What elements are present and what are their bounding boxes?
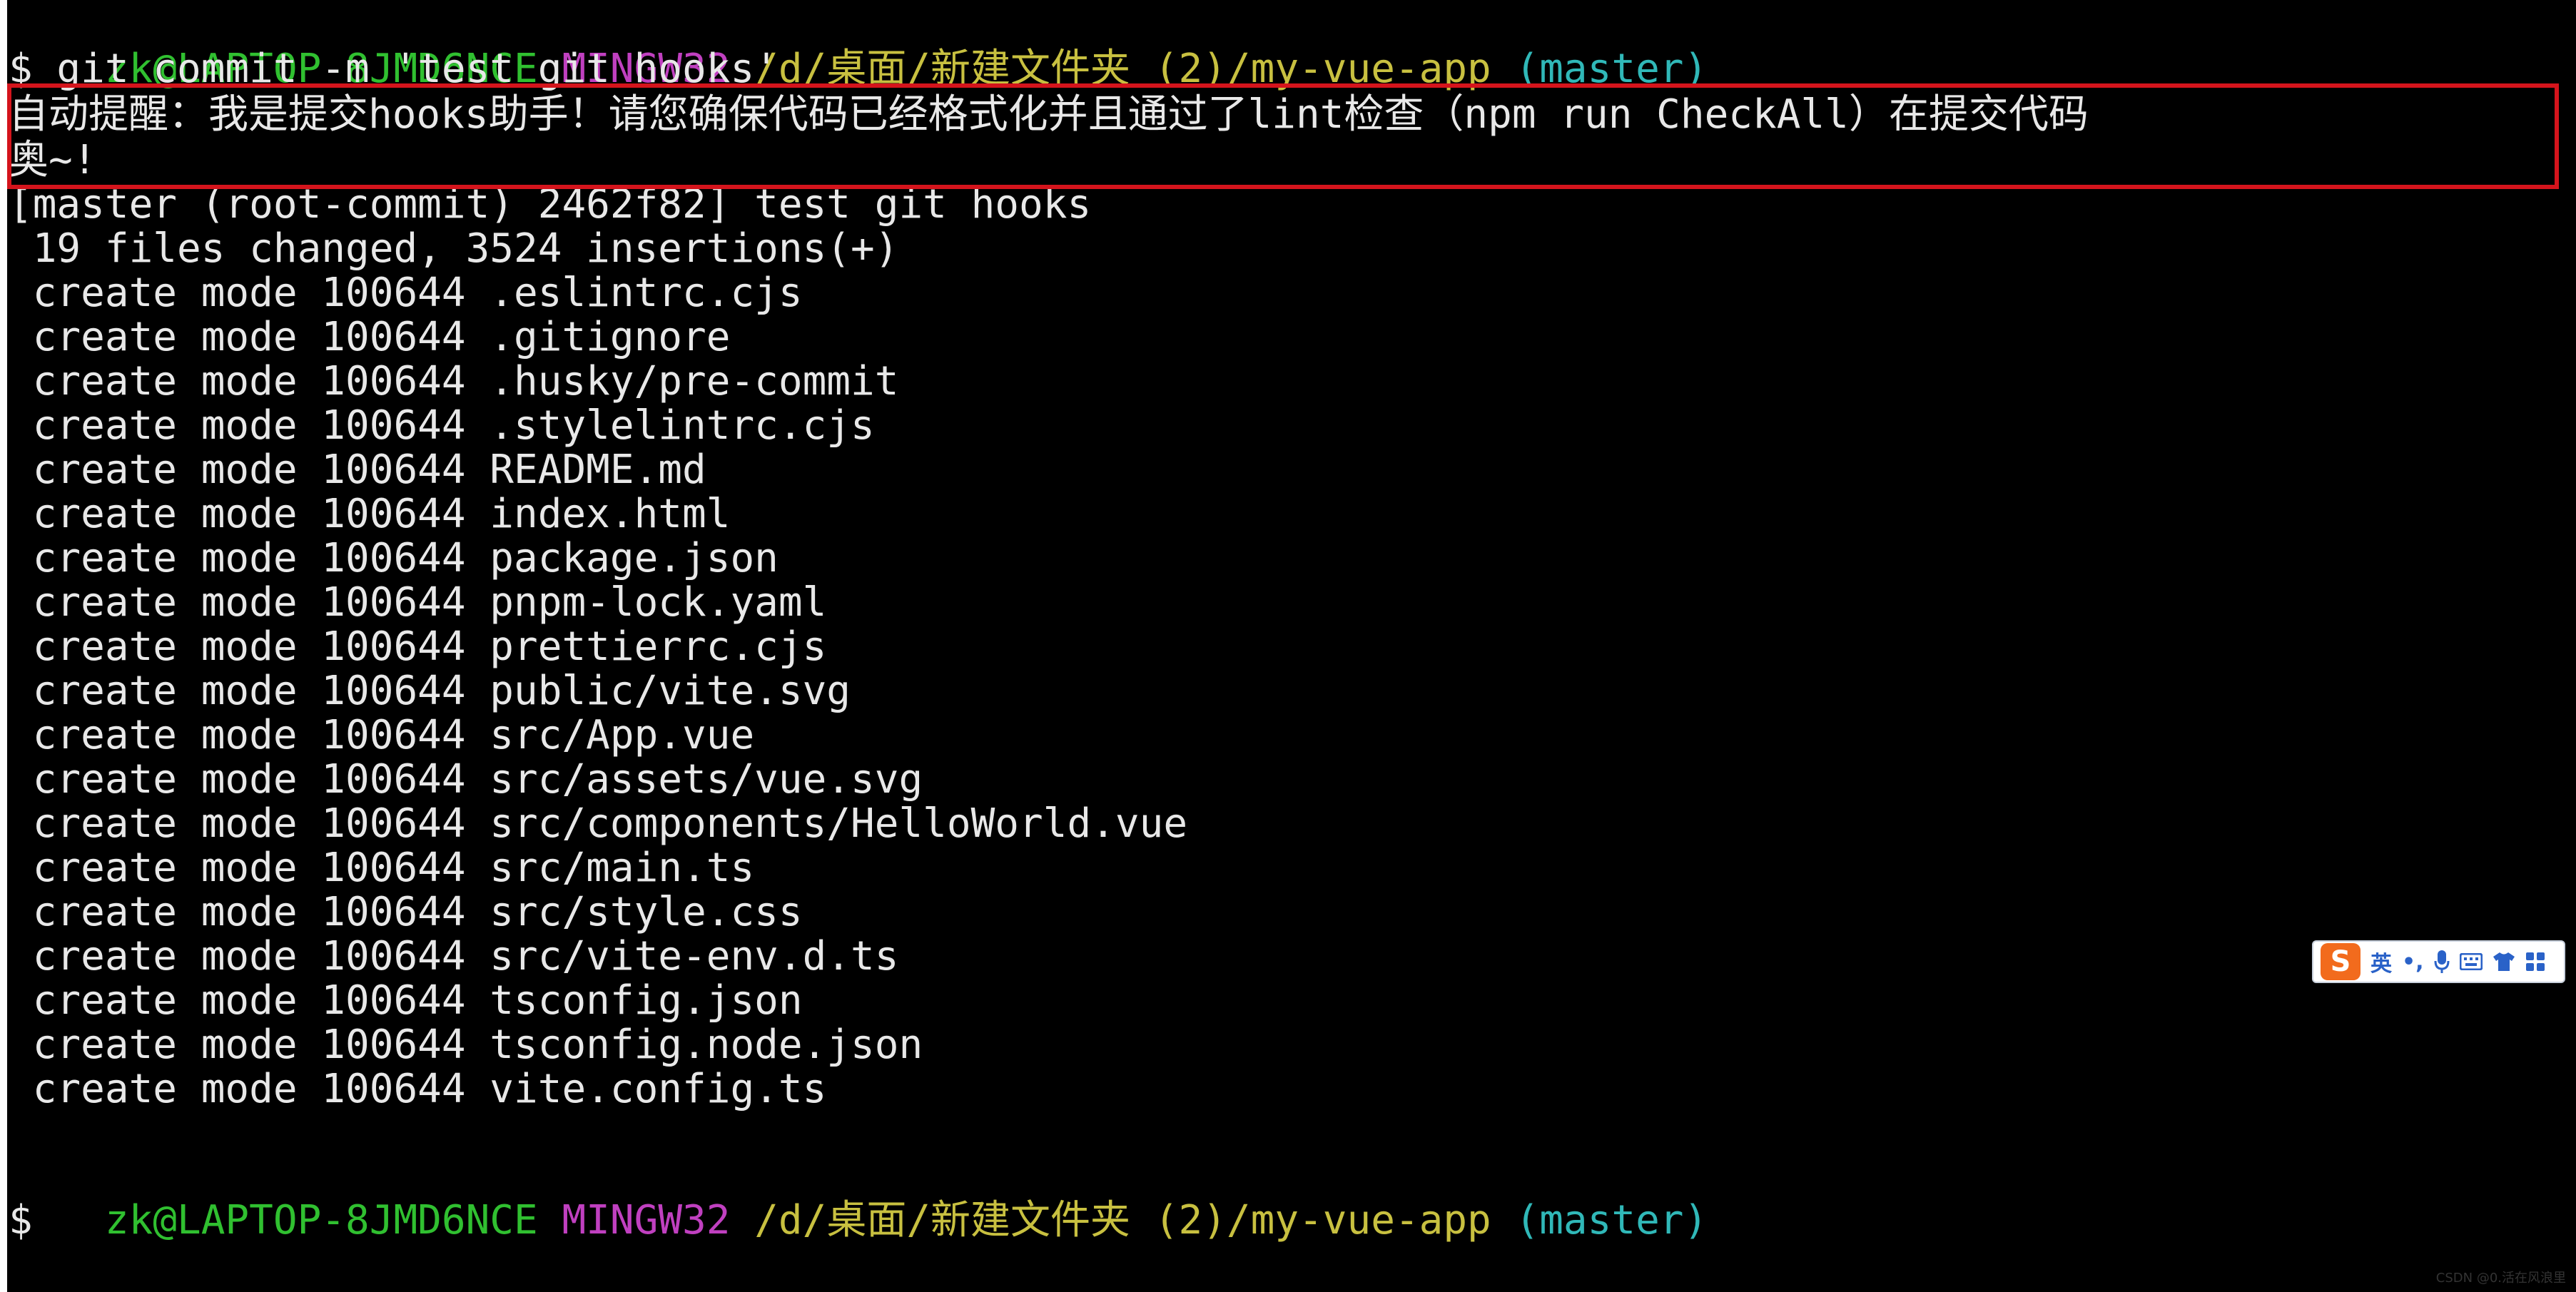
file-entry: create mode 100644 .gitignore — [9, 314, 731, 360]
file-entry: create mode 100644 src/components/HelloW… — [9, 802, 1187, 846]
file-entry: create mode 100644 index.html — [9, 491, 731, 537]
file-name: src/App.vue — [490, 712, 755, 758]
command-line: $ git commit -m 'test git hooks' — [9, 46, 779, 92]
file-name: pnpm-lock.yaml — [490, 579, 827, 626]
prompt-branch: (master) — [1515, 1197, 1708, 1243]
file-entry: create mode 100644 src/App.vue — [9, 713, 754, 758]
file-mode-prefix: create mode 100644 — [9, 579, 490, 626]
input-prompt[interactable]: $ — [9, 1199, 33, 1243]
file-entry: create mode 100644 .eslintrc.cjs — [9, 271, 803, 315]
prompt-line: zk@LAPTOP-8JMD6NCE MINGW32 /d/桌面/新建文件夹 (… — [9, 3, 1708, 91]
grid-icon[interactable] — [2525, 952, 2545, 972]
microphone-icon[interactable] — [2434, 950, 2450, 974]
file-name: src/assets/vue.svg — [490, 756, 923, 803]
keyboard-icon[interactable] — [2459, 953, 2483, 970]
file-entry: create mode 100644 vite.config.ts — [9, 1066, 827, 1112]
file-entry: create mode 100644 src/main.ts — [9, 846, 754, 890]
file-mode-prefix: create mode 100644 — [9, 756, 490, 803]
file-entry: create mode 100644 src/vite-env.d.ts — [9, 933, 899, 980]
file-name: vite.config.ts — [490, 1066, 827, 1112]
sogou-logo-icon[interactable]: S — [2321, 943, 2361, 980]
file-mode-prefix: create mode 100644 — [9, 1066, 490, 1112]
file-name: src/style.css — [490, 889, 803, 935]
file-name: prettierrc.cjs — [490, 624, 827, 670]
prompt-path: /d/桌面/新建文件夹 (2)/my-vue-app — [754, 1197, 1491, 1243]
file-entry: create mode 100644 pnpm-lock.yaml — [9, 579, 827, 626]
file-entry: create mode 100644 .stylelintrc.cjs — [9, 404, 875, 448]
file-mode-prefix: create mode 100644 — [9, 402, 490, 449]
file-mode-prefix: create mode 100644 — [9, 270, 490, 316]
file-mode-prefix: create mode 100644 — [9, 889, 490, 935]
file-entry: create mode 100644 tsconfig.node.json — [9, 1023, 923, 1067]
prompt-branch: (master) — [1515, 46, 1708, 92]
prompt-system: MINGW32 — [562, 1197, 731, 1243]
file-mode-prefix: create mode 100644 — [9, 1022, 490, 1068]
file-entry: create mode 100644 src/assets/vue.svg — [9, 758, 923, 802]
file-entry: create mode 100644 src/style.css — [9, 890, 803, 935]
file-mode-prefix: create mode 100644 — [9, 314, 490, 360]
file-mode-prefix: create mode 100644 — [9, 535, 490, 581]
ime-toolbar[interactable]: S 英 •, — [2312, 940, 2565, 983]
file-name: .eslintrc.cjs — [490, 270, 803, 316]
prompt-line-2: zk@LAPTOP-8JMD6NCE MINGW32 /d/桌面/新建文件夹 (… — [9, 1154, 1708, 1243]
file-mode-prefix: create mode 100644 — [9, 933, 490, 980]
file-mode-prefix: create mode 100644 — [9, 712, 490, 758]
file-name: index.html — [490, 491, 731, 537]
file-entry: create mode 100644 .husky/pre-commit — [9, 358, 899, 405]
file-entry: create mode 100644 package.json — [9, 536, 779, 581]
file-mode-prefix: create mode 100644 — [9, 491, 490, 537]
prompt-path: /d/桌面/新建文件夹 (2)/my-vue-app — [754, 46, 1491, 92]
file-name: .gitignore — [490, 314, 731, 360]
file-name: .husky/pre-commit — [490, 358, 899, 405]
hook-message-line-1: 自动提醒：我是提交hooks助手！请您确保代码已经格式化并且通过了lint检查（… — [9, 91, 2089, 138]
file-entry: create mode 100644 public/vite.svg — [9, 669, 851, 713]
file-name: package.json — [490, 535, 779, 581]
file-name: public/vite.svg — [490, 668, 851, 714]
file-entry: create mode 100644 README.md — [9, 448, 706, 492]
commit-stats: 19 files changed, 3524 insertions(+) — [9, 225, 899, 272]
hook-message-line-2: 奥~! — [9, 137, 97, 183]
prompt-user-host: zk@LAPTOP-8JMD6NCE — [104, 1197, 538, 1243]
file-name: src/components/HelloWorld.vue — [490, 800, 1188, 847]
file-mode-prefix: create mode 100644 — [9, 624, 490, 670]
file-mode-prefix: create mode 100644 — [9, 358, 490, 405]
file-entry: create mode 100644 prettierrc.cjs — [9, 624, 827, 670]
watermark: CSDN @0.活在风浪里 — [2435, 1271, 2566, 1286]
file-name: src/vite-env.d.ts — [490, 933, 899, 980]
file-entry: create mode 100644 tsconfig.json — [9, 979, 803, 1023]
file-name: .stylelintrc.cjs — [490, 402, 875, 449]
commit-summary: [master (root-commit) 2462f82] test git … — [9, 181, 1092, 228]
ime-mode-toggle[interactable]: 英 — [2370, 946, 2392, 977]
file-name: tsconfig.node.json — [490, 1022, 923, 1068]
file-name: src/main.ts — [490, 845, 755, 891]
file-mode-prefix: create mode 100644 — [9, 800, 490, 847]
file-mode-prefix: create mode 100644 — [9, 977, 490, 1024]
file-name: tsconfig.json — [490, 977, 803, 1024]
file-mode-prefix: create mode 100644 — [9, 668, 490, 714]
terminal-window[interactable]: zk@LAPTOP-8JMD6NCE MINGW32 /d/桌面/新建文件夹 (… — [7, 0, 2576, 1292]
file-mode-prefix: create mode 100644 — [9, 447, 490, 493]
file-name: README.md — [490, 447, 706, 493]
file-mode-prefix: create mode 100644 — [9, 845, 490, 891]
shirt-icon[interactable] — [2493, 952, 2515, 972]
punctuation-toggle[interactable]: •, — [2402, 950, 2424, 975]
